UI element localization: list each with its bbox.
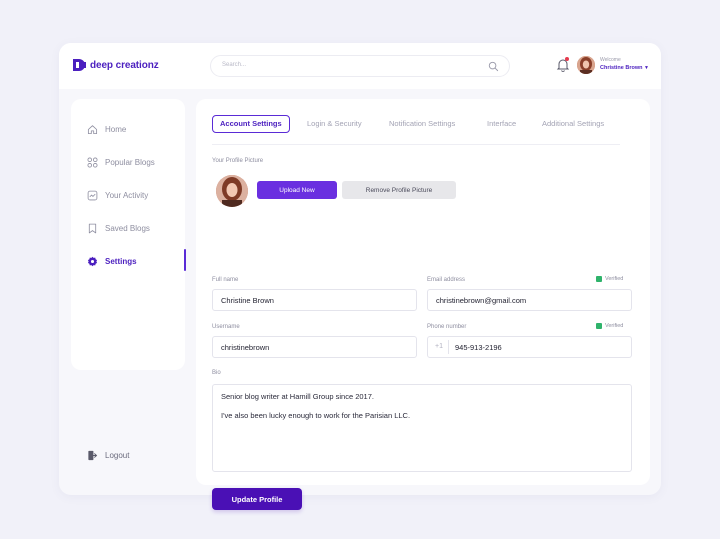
tab-account-settings[interactable]: Account Settings <box>212 115 290 133</box>
top-header: deep creationz Search... Welcome Christi… <box>59 43 661 89</box>
remove-picture-button[interactable]: Remove Profile Picture <box>342 181 456 199</box>
phone-prefix: +1 <box>435 343 443 350</box>
username-label: Username <box>212 324 240 330</box>
activity-icon <box>87 190 98 200</box>
phone-verified-badge: Verified <box>596 323 623 329</box>
search-input[interactable]: Search... <box>222 62 246 68</box>
profile-avatar-image <box>216 175 248 207</box>
phone-field[interactable]: +1 945-913-2196 <box>427 336 632 358</box>
grid-icon <box>87 157 98 167</box>
brand-name: deep creationz <box>90 59 159 71</box>
app-window: deep creationz Search... Welcome Christi… <box>59 43 661 510</box>
tab-login-security[interactable]: Login & Security <box>307 115 362 133</box>
tab-notification-settings[interactable]: Notification Settings <box>389 115 455 133</box>
sidebar-item-saved-blogs[interactable]: Saved Blogs <box>87 220 150 236</box>
welcome-block[interactable]: Welcome Christine Brown <box>600 57 642 71</box>
phone-status: Verified <box>605 323 624 329</box>
profile-avatar <box>216 175 248 207</box>
logo-icon <box>73 59 86 71</box>
account-settings-panel: Account Settings Login & Security Notifi… <box>196 99 650 510</box>
bio-label: Bio <box>212 370 221 376</box>
upload-new-button[interactable]: Upload New <box>257 181 337 199</box>
user-name: Christine Brown <box>600 65 643 71</box>
avatar-image <box>577 56 595 74</box>
brand-logo[interactable]: deep creationz <box>72 58 159 72</box>
user-avatar[interactable] <box>577 56 595 74</box>
logout-icon <box>88 450 98 461</box>
notification-dot <box>565 57 569 61</box>
logout-label: Logout <box>105 451 130 460</box>
tab-additional-settings[interactable]: Additional Settings <box>542 115 604 133</box>
full-name-field[interactable] <box>212 289 417 311</box>
phone-divider <box>448 340 449 354</box>
email-status: Verified <box>605 276 624 282</box>
sidebar: Home Popular Blogs Your Activity Saved B… <box>71 99 186 370</box>
sidebar-item-label: Your Activity <box>105 190 149 200</box>
active-indicator <box>184 249 186 271</box>
sidebar-item-popular-blogs[interactable]: Popular Blogs <box>87 154 155 170</box>
username-field[interactable] <box>212 336 417 358</box>
bio-line-2: I've also been lucky enough to work for … <box>221 411 411 420</box>
update-profile-button[interactable]: Update Profile <box>212 488 302 510</box>
search-icon[interactable] <box>488 61 499 72</box>
sidebar-item-label: Popular Blogs <box>105 157 155 167</box>
bio-textarea[interactable]: Senior blog writer at Hamill Group since… <box>212 384 632 472</box>
tab-interface[interactable]: Interface <box>487 115 516 133</box>
email-field[interactable] <box>427 289 632 311</box>
home-icon <box>87 124 98 134</box>
profile-picture-label: Your Profile Picture <box>212 158 264 164</box>
bio-line-1: Senior blog writer at Hamill Group since… <box>221 392 374 401</box>
chevron-down-icon[interactable]: ▼ <box>644 65 649 71</box>
check-icon <box>596 323 602 329</box>
sidebar-item-label: Settings <box>105 256 137 266</box>
welcome-label: Welcome <box>600 57 621 63</box>
settings-tabs: Account Settings Login & Security Notifi… <box>212 115 620 145</box>
email-verified-badge: Verified <box>596 276 623 282</box>
gear-icon <box>87 256 98 266</box>
logout-button[interactable]: Logout <box>87 450 129 461</box>
sidebar-item-your-activity[interactable]: Your Activity <box>87 187 148 203</box>
full-name-label: Full name <box>212 277 239 283</box>
phone-value: 945-913-2196 <box>455 343 502 352</box>
sidebar-item-settings[interactable]: Settings <box>87 253 137 269</box>
bookmark-icon <box>88 223 97 233</box>
sidebar-item-label: Saved Blogs <box>105 223 150 233</box>
email-label: Email address <box>427 277 466 283</box>
sidebar-item-label: Home <box>105 124 127 134</box>
check-icon <box>596 276 602 282</box>
search-bar[interactable]: Search... <box>210 55 510 77</box>
phone-label: Phone number <box>427 324 467 330</box>
sidebar-item-home[interactable]: Home <box>87 121 126 137</box>
